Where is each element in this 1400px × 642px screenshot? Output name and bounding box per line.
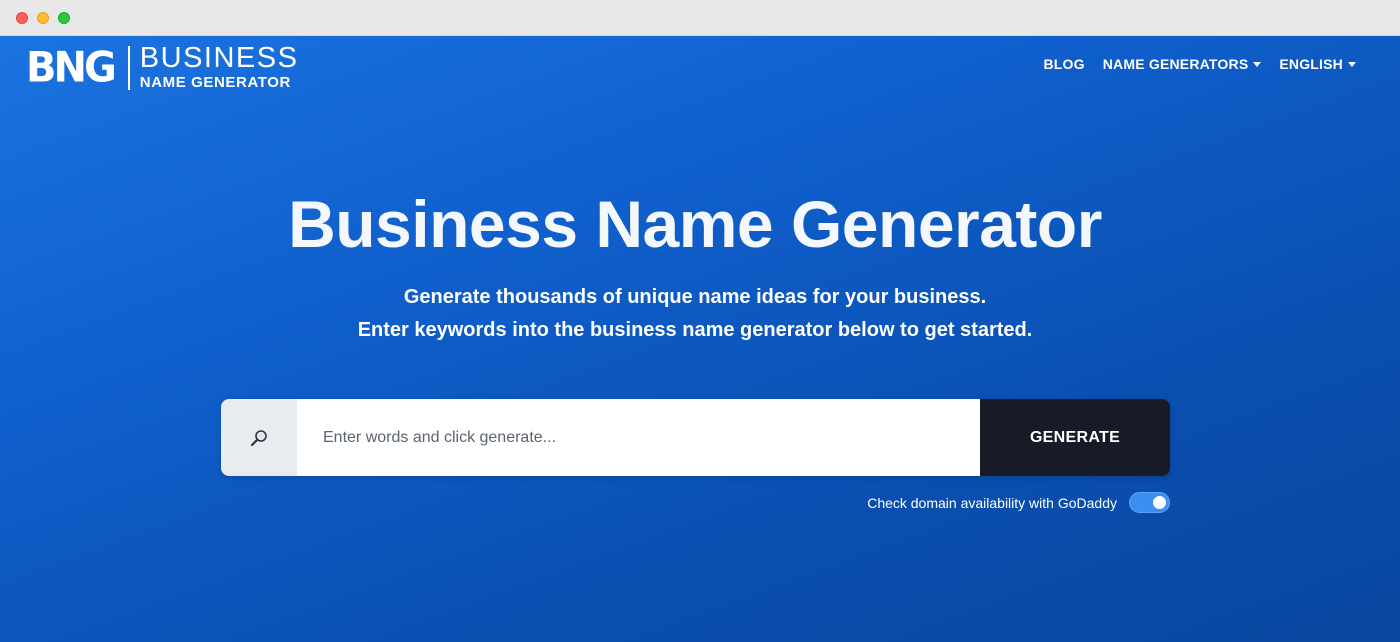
nav-name-generators-label: NAME GENERATORS [1102, 56, 1249, 72]
caret-down-icon [1348, 62, 1356, 67]
nav-blog-label: BLOG [1043, 56, 1085, 72]
site-logo[interactable]: BNG BUSINESS NAME GENERATOR [26, 43, 299, 93]
keywords-search-input[interactable] [297, 399, 980, 476]
logo-line-business: BUSINESS [139, 42, 299, 74]
logo-mark: BNG [26, 43, 117, 93]
maximize-window-button[interactable] [58, 12, 70, 24]
close-window-button[interactable] [16, 12, 28, 24]
main-nav: BLOG NAME GENERATORS ENGLISH [1044, 56, 1356, 72]
search-icon-box [221, 399, 297, 476]
godaddy-domain-toggle[interactable] [1129, 492, 1170, 513]
logo-line-name-generator: NAME GENERATOR [139, 74, 291, 91]
nav-blog-link[interactable]: BLOG [1044, 56, 1085, 72]
domain-check-row: Check domain availability with GoDaddy [867, 492, 1170, 513]
search-form: GENERATE [221, 399, 1170, 476]
browser-window: BNG BUSINESS NAME GENERATOR BLOG NAME GE… [0, 0, 1400, 642]
toggle-knob [1153, 496, 1166, 509]
window-titlebar [0, 0, 1400, 36]
hero-subtitle: Generate thousands of unique name ideas … [0, 281, 1390, 347]
page-hero: BNG BUSINESS NAME GENERATOR BLOG NAME GE… [0, 36, 1400, 642]
domain-check-label: Check domain availability with GoDaddy [867, 494, 1117, 511]
generate-button[interactable]: GENERATE [980, 399, 1170, 476]
minimize-window-button[interactable] [37, 12, 49, 24]
nav-language-dropdown[interactable]: ENGLISH [1279, 56, 1356, 72]
hero-subtitle-line-2: Enter keywords into the business name ge… [357, 319, 1033, 341]
magnifier-icon [250, 429, 267, 446]
page-title: Business Name Generator [288, 187, 1102, 261]
hero-subtitle-line-1: Generate thousands of unique name ideas … [403, 286, 987, 308]
nav-language-label: ENGLISH [1279, 56, 1343, 72]
caret-down-icon [1253, 62, 1262, 67]
logo-wordmark: BUSINESS NAME GENERATOR [140, 44, 299, 92]
logo-divider [127, 46, 130, 90]
nav-name-generators-dropdown[interactable]: NAME GENERATORS [1103, 56, 1262, 72]
